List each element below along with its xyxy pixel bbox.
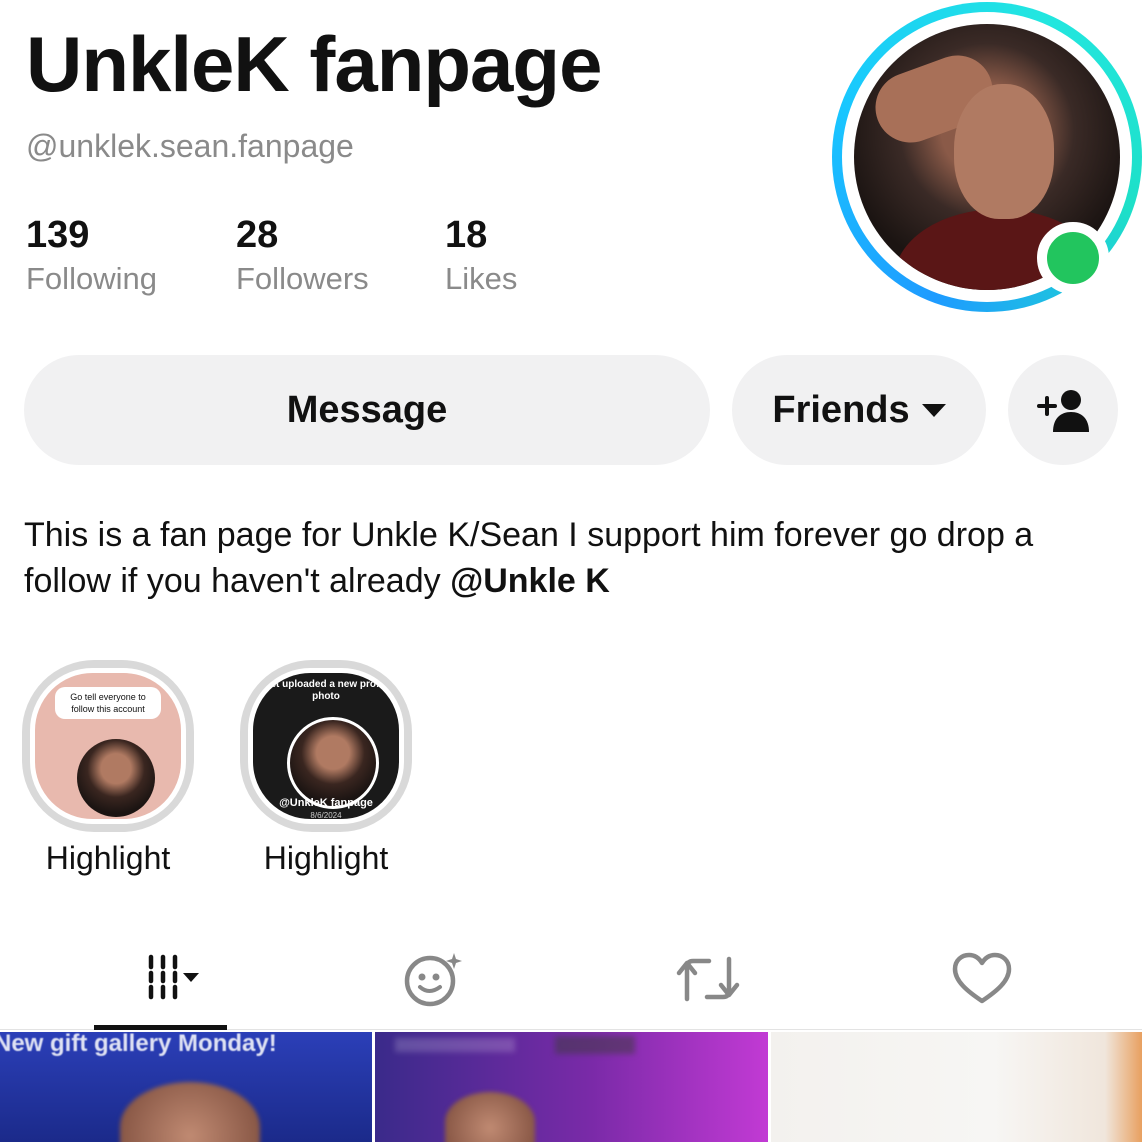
video-thumbnail[interactable] bbox=[771, 1032, 1142, 1142]
friends-label: Friends bbox=[772, 388, 910, 431]
highlight-label: Highlight bbox=[45, 840, 171, 876]
highlight-item[interactable]: just uploaded a new profile photo @Unkle… bbox=[240, 660, 412, 877]
highlight-preview-handle: @UnkleK fanpage bbox=[279, 797, 373, 809]
highlight-preview-photo bbox=[77, 739, 155, 817]
avatar-head bbox=[954, 84, 1054, 219]
thumbnail-subject bbox=[445, 1092, 535, 1142]
followers-label: Followers bbox=[236, 260, 369, 296]
highlight-preview-photo bbox=[287, 717, 379, 809]
friends-button[interactable]: Friends bbox=[732, 355, 986, 465]
chevron-down-icon bbox=[921, 403, 946, 417]
tab-reposts[interactable] bbox=[638, 935, 778, 1023]
video-thumbnail[interactable] bbox=[375, 1032, 768, 1142]
highlight-preview: Go tell everyone to follow this account bbox=[30, 668, 186, 824]
grid-icon bbox=[148, 954, 199, 1000]
highlight-preview-text: just uploaded a new profile photo bbox=[261, 679, 391, 702]
active-tab-indicator bbox=[94, 1025, 227, 1030]
profile-username: @unklek.sean.fanpage bbox=[26, 128, 354, 164]
tab-ai[interactable] bbox=[365, 935, 505, 1023]
profile-display-name: UnkleK fanpage bbox=[26, 20, 602, 108]
highlight-label: Highlight bbox=[263, 840, 389, 876]
thumbnail-subject bbox=[120, 1082, 260, 1142]
thumbnail-caption: New gift gallery Monday! bbox=[0, 1032, 277, 1057]
stat-following[interactable]: 139 Following bbox=[26, 214, 157, 297]
bio-mention-link[interactable]: @Unkle K bbox=[450, 562, 610, 600]
stat-followers[interactable]: 28 Followers bbox=[236, 214, 369, 297]
highlight-item[interactable]: Go tell everyone to follow this account … bbox=[22, 660, 194, 877]
online-status-dot bbox=[1037, 222, 1109, 294]
following-label: Following bbox=[26, 260, 157, 296]
ai-face-icon bbox=[404, 953, 462, 1007]
highlight-frame: Go tell everyone to follow this account bbox=[22, 660, 194, 832]
heart-icon bbox=[952, 952, 1012, 1004]
thumbnail-blur bbox=[555, 1036, 635, 1054]
highlight-preview-date: 8/6/2024 bbox=[310, 811, 342, 820]
tab-videos[interactable] bbox=[90, 935, 230, 1023]
thumbnail-blur bbox=[395, 1038, 515, 1052]
add-friend-button[interactable] bbox=[1008, 355, 1118, 465]
video-thumbnail[interactable]: New gift gallery Monday! bbox=[0, 1032, 372, 1142]
message-button[interactable]: Message bbox=[24, 355, 710, 465]
highlight-preview-text: Go tell everyone to follow this account bbox=[55, 687, 161, 719]
profile-bio: This is a fan page for Unkle K/Sean I su… bbox=[24, 512, 1124, 604]
following-count: 139 bbox=[26, 214, 90, 256]
repost-icon bbox=[676, 956, 740, 1002]
add-person-icon bbox=[1037, 390, 1089, 432]
tab-liked[interactable] bbox=[912, 935, 1052, 1023]
avatar-story-ring[interactable] bbox=[832, 2, 1142, 312]
likes-label: Likes bbox=[445, 260, 518, 296]
highlight-frame: just uploaded a new profile photo @Unkle… bbox=[240, 660, 412, 832]
stat-likes[interactable]: 18 Likes bbox=[445, 214, 518, 297]
followers-count: 28 bbox=[236, 214, 279, 256]
likes-count: 18 bbox=[445, 214, 488, 256]
highlight-preview: just uploaded a new profile photo @Unkle… bbox=[248, 668, 404, 824]
